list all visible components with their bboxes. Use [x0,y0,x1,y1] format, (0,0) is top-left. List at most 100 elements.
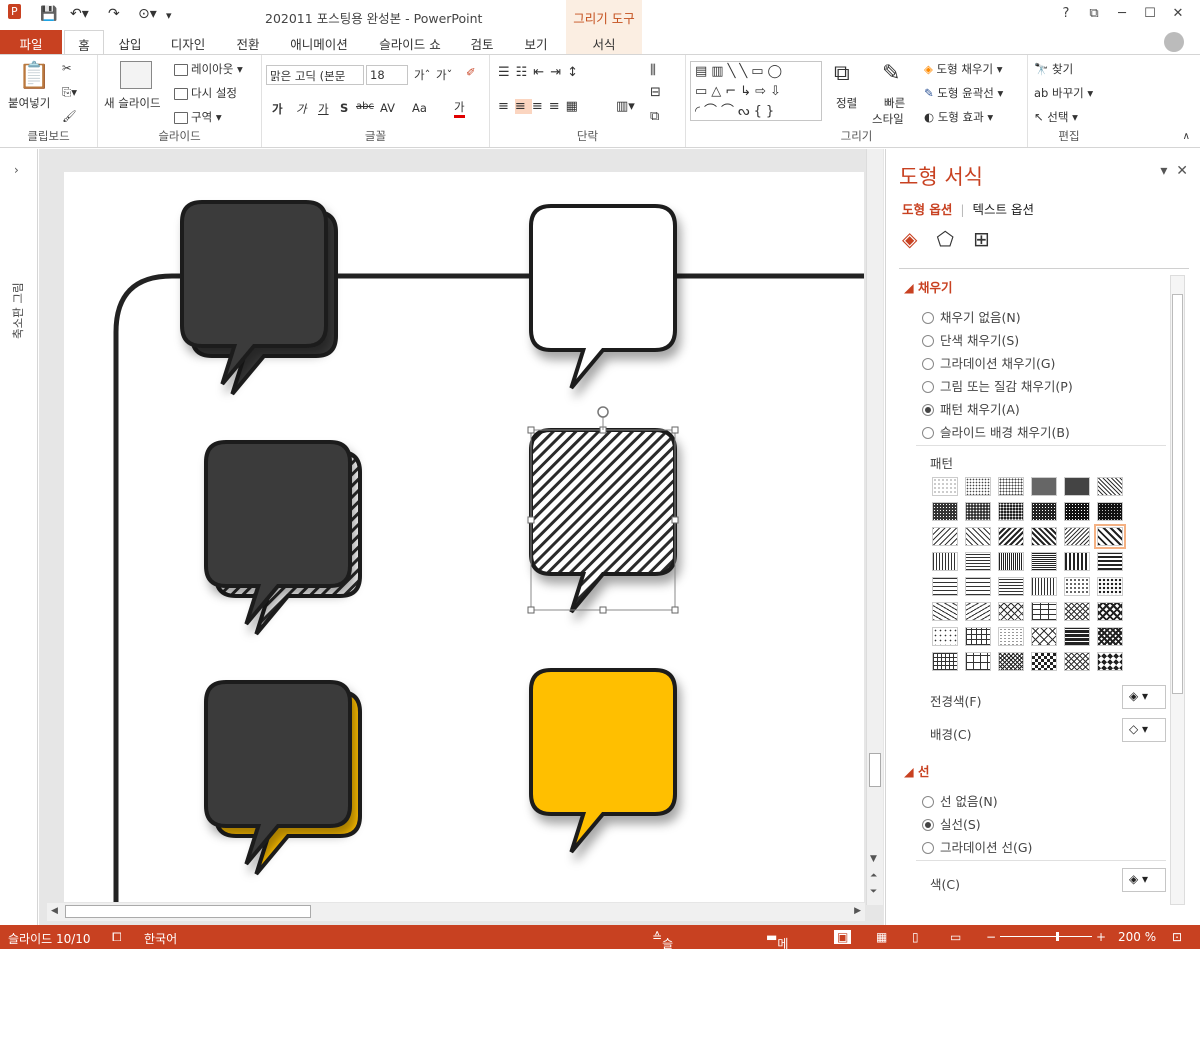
zoom-slider-thumb[interactable] [1056,932,1059,941]
pattern-swatch[interactable] [998,552,1024,571]
pattern-swatch[interactable] [932,652,958,671]
arrange-button[interactable]: 정렬 [836,95,857,111]
language-indicator[interactable]: 한국어 [144,930,177,947]
shadow-button[interactable]: S [340,101,348,115]
pattern-swatch[interactable] [965,627,991,646]
shape-outline-button[interactable]: ✎ 도형 윤곽선 ▾ [924,85,1003,101]
zoom-slider[interactable] [1000,936,1092,937]
pattern-swatch[interactable] [998,602,1024,621]
char-spacing-button[interactable]: AV [380,101,395,115]
maximize-icon[interactable]: ☐ [1136,6,1164,21]
pattern-swatch[interactable] [1031,652,1057,671]
resize-handle[interactable] [527,606,535,614]
size-properties-icon[interactable]: ⊞ [973,227,990,251]
zoom-in-icon[interactable]: + [1096,930,1106,944]
pattern-swatch[interactable] [1064,577,1090,596]
cut-icon[interactable]: ✂ [62,61,72,75]
pattern-swatch[interactable] [1031,552,1057,571]
horizontal-scrollbar[interactable]: ◀ ▶ [47,903,865,921]
pattern-swatch[interactable] [1064,652,1090,671]
pane-scroll-thumb[interactable] [1172,294,1183,694]
fill-option[interactable]: 그림 또는 질감 채우기(P) [922,376,1073,395]
layout-button[interactable]: 레이아웃 ▾ [174,61,243,77]
pattern-swatch[interactable] [1064,627,1090,646]
pattern-swatch[interactable] [1031,602,1057,621]
shrink-font-icon[interactable]: 가ˇ [436,67,452,83]
comments-button[interactable]: ▬ 메모 [766,930,788,968]
line-option[interactable]: 그라데이션 선(G) [922,837,1032,856]
vertical-scrollbar[interactable]: ▼ ⏶ ⏷ [866,149,883,905]
normal-view-icon[interactable]: ▣ [834,930,852,944]
arrange-icon[interactable]: ⧉ [834,61,850,86]
tab-home[interactable]: 홈 [64,30,104,55]
paste-button[interactable]: 붙여넣기 [8,95,50,111]
clear-format-icon[interactable]: ✐ [466,65,476,79]
tab-format[interactable]: 서식 [566,30,642,54]
font-size-select[interactable]: 18 [366,65,408,85]
close-icon[interactable]: ✕ [1164,6,1192,21]
grow-font-icon[interactable]: 가ˆ [414,67,430,83]
fill-option[interactable]: 단색 채우기(S) [922,330,1019,349]
pattern-swatch[interactable] [965,552,991,571]
pattern-swatch[interactable] [1064,602,1090,621]
resize-handle[interactable] [599,606,607,614]
rotate-handle-icon[interactable] [597,406,609,418]
resize-handle[interactable] [671,426,679,434]
reset-button[interactable]: 다시 설정 [174,85,237,101]
bold-button[interactable]: 가 [272,101,283,117]
pattern-swatch[interactable] [1097,502,1123,521]
font-name-select[interactable]: 맑은 고딕 (본문 [266,65,364,85]
pattern-swatch[interactable] [1094,524,1126,549]
pane-scrollbar[interactable] [1170,275,1185,905]
pattern-swatch[interactable] [965,477,991,496]
text-direction-icon[interactable]: ⫼ [650,63,656,78]
list-buttons[interactable]: ☰☷⇤⇥↕ [498,65,584,80]
quick-styles-label2[interactable]: 스타일 [872,111,904,127]
tab-insert[interactable]: 삽입 [110,30,150,54]
fit-slide-icon[interactable]: ⊡ [1172,930,1182,944]
next-slide-icon[interactable]: ⏷ [870,887,877,897]
line-option[interactable]: 선 없음(N) [922,791,998,810]
fill-section-header[interactable]: ◢ 채우기 [904,277,952,296]
pattern-swatch[interactable] [1097,602,1123,621]
tab-text-options[interactable]: 텍스트 옵션 [973,202,1034,217]
tab-design[interactable]: 디자인 [160,30,216,54]
quick-styles-label[interactable]: 빠른 [884,95,905,111]
ribbon-display-icon[interactable]: ⧉ [1080,6,1108,21]
pattern-swatch[interactable] [1064,552,1090,571]
save-icon[interactable]: 💾 [40,6,57,22]
foreground-color-button[interactable]: ◈ ▾ [1122,685,1166,709]
scroll-left-icon[interactable]: ◀ [51,906,58,916]
tab-shape-options[interactable]: 도형 옵션 [902,202,952,217]
line-section-header[interactable]: ◢ 선 [904,761,929,780]
pattern-swatch[interactable] [965,602,991,621]
section-button[interactable]: 구역 ▾ [174,109,222,125]
pattern-swatch[interactable] [1097,477,1123,496]
replace-button[interactable]: ab 바꾸기 ▾ [1034,85,1093,101]
find-button[interactable]: 🔭 찾기 [1034,61,1073,77]
pattern-swatch[interactable] [1097,652,1123,671]
slideshow-view-icon[interactable]: ▭ [950,930,961,944]
slide-editor[interactable] [39,149,884,925]
pattern-swatch[interactable] [932,627,958,646]
speech-bubble[interactable] [529,428,677,614]
paste-icon[interactable]: 📋 [18,61,50,91]
strikethrough-button[interactable]: abc [356,101,374,112]
pattern-swatch[interactable] [1064,502,1090,521]
tab-slideshow[interactable]: 슬라이드 쇼 [370,30,450,54]
smartart-icon[interactable]: ⧉ [650,109,659,124]
pattern-swatch[interactable] [965,527,991,546]
scroll-down-icon[interactable]: ▼ [870,854,877,864]
copy-icon[interactable]: ⎘▾ [62,85,77,100]
align-text-icon[interactable]: ⊟ [650,85,661,100]
shape-effects-button[interactable]: ◐ 도형 효과 ▾ [924,109,993,125]
pattern-swatch[interactable] [932,602,958,621]
minimize-icon[interactable]: ─ [1108,6,1136,21]
zoom-level[interactable]: 200 % [1118,930,1156,944]
pattern-swatch[interactable] [932,527,958,546]
pattern-swatch[interactable] [1031,477,1057,496]
help-icon[interactable]: ? [1052,6,1080,21]
fill-option[interactable]: 슬라이드 배경 채우기(B) [922,422,1070,441]
resize-handle[interactable] [671,606,679,614]
pattern-swatch[interactable] [1064,527,1090,546]
